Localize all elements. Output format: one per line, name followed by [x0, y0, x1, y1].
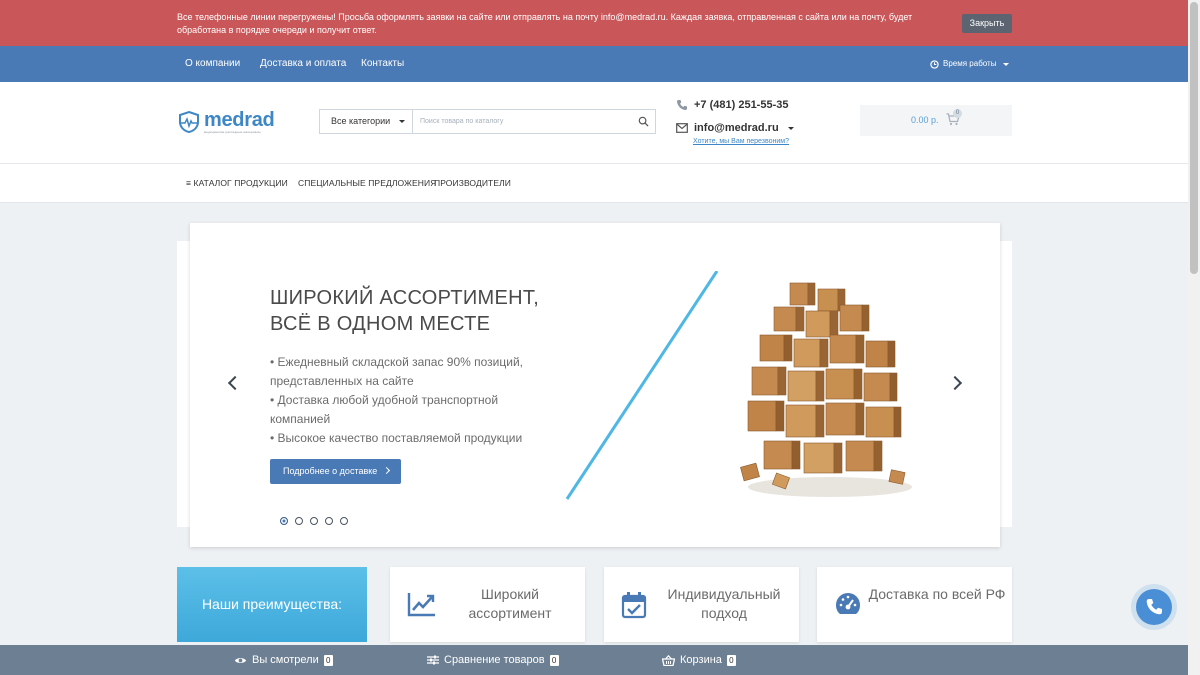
phone-number: +7 (481) 251-55-35: [694, 99, 789, 111]
advantage-text: Широкий ассортимент: [468, 586, 552, 621]
advantage-card-assortment[interactable]: Широкий ассортимент: [390, 567, 585, 642]
slide-bullet: • Доставка любой удобной транспортной ко…: [270, 393, 499, 426]
bottom-toolbar: Вы смотрели 0 Сравнение товаров 0 Корзин…: [0, 645, 1188, 675]
search-bar: Все категории Поиск товара по каталогу: [319, 109, 656, 134]
chevron-right-icon: [382, 466, 391, 475]
header-cart[interactable]: 0.00 р. 0: [860, 105, 1012, 136]
viewed-count-badge: 0: [323, 654, 333, 666]
shield-pulse-icon: [179, 110, 199, 134]
site-header: medrad медицинские расходные материалы В…: [0, 82, 1188, 164]
logo[interactable]: medrad медицинские расходные материалы: [177, 108, 275, 134]
nav-item-manufacturers[interactable]: ПРОИЗВОДИТЕЛИ: [434, 164, 511, 203]
nav-item-about[interactable]: О компании: [185, 46, 240, 82]
slider-next-arrow-icon[interactable]: [947, 375, 963, 391]
viewed-products-button[interactable]: Вы смотрели 0: [234, 645, 333, 675]
viewed-label: Вы смотрели: [252, 654, 319, 666]
compare-products-button[interactable]: Сравнение товаров 0: [427, 645, 559, 675]
delivery-details-label: Подробнее о доставке: [283, 466, 378, 476]
compare-count-badge: 0: [549, 654, 559, 666]
boxes-illustration: [740, 282, 912, 497]
slide-bullet: • Ежедневный складской запас 90% позиций…: [270, 355, 523, 388]
chevron-down-icon: [1003, 62, 1010, 66]
clock-icon: [930, 59, 939, 69]
callback-float-button[interactable]: [1131, 584, 1177, 630]
category-select-label: Все категории: [331, 116, 391, 126]
advantage-text: Индивидуальный подход: [667, 586, 781, 621]
hero-slider: ШИРОКИЙ АССОРТИМЕНТ, ВСЁ В ОДНОМ МЕСТЕ •…: [190, 223, 1000, 547]
advantage-card-approach[interactable]: Индивидуальный подход: [604, 567, 799, 642]
bottom-cart-button[interactable]: Корзина 0: [662, 645, 736, 675]
delivery-details-button[interactable]: Подробнее о доставке: [270, 459, 401, 484]
cart-label: Корзина: [680, 654, 722, 666]
nav-item-delivery[interactable]: Доставка и оплата: [260, 46, 346, 82]
slide-title: ШИРОКИЙ АССОРТИМЕНТ, ВСЁ В ОДНОМ МЕСТЕ: [270, 285, 570, 337]
slider-pagination: [280, 517, 348, 525]
slide-title-line1: ШИРОКИЙ АССОРТИМЕНТ,: [270, 287, 540, 309]
phone-icon: [677, 100, 687, 110]
phone-icon: [1146, 599, 1162, 615]
phone-contact[interactable]: +7 (481) 251-55-35: [676, 99, 788, 111]
chevron-down-icon: [787, 126, 794, 130]
worktime-label: Время работы: [943, 59, 997, 68]
slider-dot[interactable]: [280, 517, 288, 525]
cart-count-badge: 0: [953, 109, 962, 118]
search-input[interactable]: Поиск товара по каталогу: [420, 110, 503, 133]
calendar-check-icon: [621, 592, 647, 619]
category-navigation: ≡ КАТАЛОГ ПРОДУКЦИИ СПЕЦИАЛЬНЫЕ ПРЕДЛОЖЕ…: [0, 164, 1188, 203]
advantages-title: Наши преимущества:: [177, 567, 367, 642]
compare-label: Сравнение товаров: [444, 654, 545, 666]
search-icon[interactable]: [638, 116, 649, 127]
chevron-down-icon: [398, 120, 405, 124]
page-scrollbar[interactable]: [1188, 0, 1200, 675]
callback-link[interactable]: Хотите, мы Вам перезвоним?: [693, 138, 789, 145]
diagonal-accent-line: [565, 271, 719, 500]
slider-dot[interactable]: [340, 517, 348, 525]
trend-chart-icon: [407, 593, 435, 617]
slider-dot[interactable]: [310, 517, 318, 525]
cart-sum: 0.00 р.: [911, 115, 939, 125]
alert-message: Все телефонные линии перегружены! Просьб…: [177, 12, 913, 35]
basket-icon: [662, 654, 675, 666]
nav-item-catalog[interactable]: ≡ КАТАЛОГ ПРОДУКЦИИ: [186, 164, 288, 203]
slide-bullets: • Ежедневный складской запас 90% позиций…: [270, 353, 530, 448]
slider-dot[interactable]: [295, 517, 303, 525]
eye-icon: [234, 657, 247, 663]
slide-title-line2: ВСЁ В ОДНОМ МЕСТЕ: [270, 313, 491, 335]
worktime-dropdown[interactable]: Время работы: [930, 46, 1010, 82]
email-contact[interactable]: info@medrad.ru: [676, 122, 794, 134]
speedometer-icon: [836, 593, 860, 614]
nav-item-special-offers[interactable]: СПЕЦИАЛЬНЫЕ ПРЕДЛОЖЕНИЯ: [298, 164, 436, 203]
slide-bullet: • Высокое качество поставляемой продукци…: [270, 431, 523, 445]
slider-prev-arrow-icon[interactable]: [227, 375, 243, 391]
advantage-card-delivery[interactable]: Доставка по всей РФ: [817, 567, 1012, 642]
email-address: info@medrad.ru: [694, 122, 779, 134]
slider-dot[interactable]: [325, 517, 333, 525]
nav-item-contacts[interactable]: Контакты: [361, 46, 404, 82]
alert-close-button[interactable]: Закрыть: [962, 14, 1012, 33]
callback-float-inner: [1136, 589, 1172, 625]
envelope-icon: [676, 123, 688, 133]
sliders-icon: [427, 655, 439, 665]
alert-bar: Все телефонные линии перегружены! Просьб…: [0, 0, 1188, 46]
category-select[interactable]: Все категории: [320, 110, 413, 133]
logo-text: medrad: [204, 108, 275, 131]
cart-count-badge: 0: [726, 654, 736, 666]
advantage-text: Доставка по всей РФ: [868, 586, 1006, 602]
top-navigation: О компании Доставка и оплата Контакты Вр…: [0, 46, 1188, 82]
scrollbar-thumb[interactable]: [1190, 2, 1198, 274]
